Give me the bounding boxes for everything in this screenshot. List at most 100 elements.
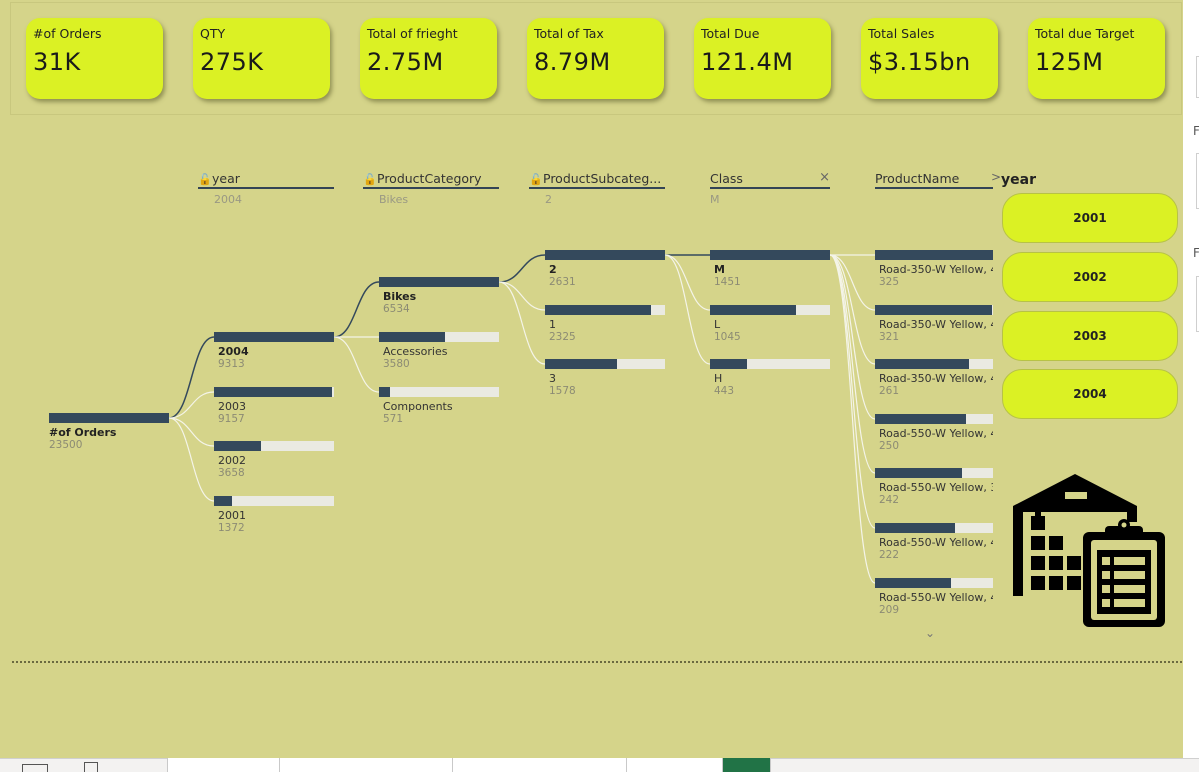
node-bar xyxy=(875,578,993,588)
tree-connector xyxy=(829,254,876,584)
level-header-label: Class xyxy=(710,171,743,186)
chevron-down-icon[interactable]: ⌄ xyxy=(925,626,935,640)
tree-node[interactable]: L 1045 xyxy=(710,305,830,343)
node-label: 1 xyxy=(549,318,556,331)
tree-connector xyxy=(664,254,711,365)
tree-node[interactable]: 1 2325 xyxy=(545,305,665,343)
tree-connector xyxy=(498,254,546,283)
slicer-title: year xyxy=(1001,172,1036,188)
tree-connector xyxy=(168,391,215,419)
tree-node[interactable]: 2 2631 xyxy=(545,250,665,288)
tree-node[interactable]: 2003 9157 xyxy=(214,387,334,425)
node-value: 209 xyxy=(879,604,900,616)
node-label: Road-550-W Yellow, 42 xyxy=(879,591,993,604)
tree-node[interactable]: H 443 xyxy=(710,359,830,397)
slicer-option-2003[interactable]: 2003 xyxy=(1002,311,1178,361)
node-bar xyxy=(214,441,334,451)
warehouse-clipboard-icon xyxy=(1013,474,1165,627)
tree-node[interactable]: Accessories 3580 xyxy=(379,332,499,370)
node-value: 321 xyxy=(879,331,900,343)
tree-level-header[interactable]: ProductName > xyxy=(875,170,1001,189)
level-header-label: ProductSubcateg... xyxy=(543,171,662,186)
tree-node[interactable]: 3 1578 xyxy=(545,359,665,397)
tab-page[interactable] xyxy=(168,758,280,772)
lock-icon: 🔓 xyxy=(198,173,212,186)
node-bar xyxy=(710,305,830,315)
tree-root-node[interactable]: #of Orders 23500 xyxy=(49,413,169,451)
level-selected-value: 2004 xyxy=(214,193,242,206)
slicer-option-2002[interactable]: 2002 xyxy=(1002,252,1178,302)
node-bar xyxy=(379,277,499,287)
tree-node[interactable]: Road-550-W Yellow, 48 250 xyxy=(875,414,993,452)
desktop-view-icon[interactable] xyxy=(22,764,48,772)
node-label: Road-350-W Yellow, 40 xyxy=(879,263,993,276)
tree-node[interactable]: Components 571 xyxy=(379,387,499,425)
node-value: 325 xyxy=(879,276,900,288)
report-canvas: #of Orders 31K QTY 275K Total of frieght 2.75… xyxy=(0,0,1183,760)
root-value: 23500 xyxy=(49,439,83,451)
close-icon[interactable]: × xyxy=(819,170,830,185)
root-label: #of Orders xyxy=(49,426,117,439)
node-label: H xyxy=(714,372,723,385)
expand-icon[interactable]: > xyxy=(991,170,1001,184)
node-bar xyxy=(379,387,499,397)
tab-page-active[interactable] xyxy=(723,758,771,772)
node-label: Road-550-W Yellow, 40 xyxy=(879,536,993,549)
tab-page[interactable] xyxy=(627,758,723,772)
tree-node[interactable]: Road-350-W Yellow, 42 261 xyxy=(875,359,993,397)
tree-connector xyxy=(333,336,380,393)
tree-node[interactable]: 2002 3658 xyxy=(214,441,334,479)
tree-node[interactable]: 2001 1372 xyxy=(214,496,334,534)
node-label: M xyxy=(714,263,725,276)
node-label: 2004 xyxy=(218,345,249,358)
tree-node[interactable]: Bikes 6534 xyxy=(379,277,499,315)
level-selected-value: 2 xyxy=(545,193,552,206)
node-label: Road-550-W Yellow, 48 xyxy=(879,427,993,440)
node-value: 443 xyxy=(714,385,735,397)
tree-connector xyxy=(829,254,876,474)
tree-connector xyxy=(829,254,876,365)
node-label: Road-350-W Yellow, 42 xyxy=(879,372,993,385)
node-label: 3 xyxy=(549,372,556,385)
tree-level-header[interactable]: Class × xyxy=(710,170,830,189)
tree-node[interactable]: Road-550-W Yellow, 42 209 xyxy=(875,578,993,616)
node-bar xyxy=(875,359,993,369)
node-bar xyxy=(545,305,665,315)
node-value: 1578 xyxy=(549,385,576,397)
tree-node[interactable]: 2004 9313 xyxy=(214,332,334,370)
tree-node[interactable]: Road-350-W Yellow, 40 325 xyxy=(875,250,993,288)
side-pane xyxy=(1183,0,1199,772)
tree-level-header[interactable]: 🔓ProductCategory xyxy=(363,171,499,189)
tab-view-icons[interactable] xyxy=(0,758,168,772)
node-value: 9313 xyxy=(218,358,245,370)
node-value: 222 xyxy=(879,549,900,561)
node-label: 2003 xyxy=(218,400,246,413)
tree-node[interactable]: Road-550-W Yellow, 40 222 xyxy=(875,523,993,561)
node-value: 1372 xyxy=(218,522,245,534)
tab-page[interactable] xyxy=(280,758,453,772)
tree-node[interactable]: Road-350-W Yellow, 48 321 xyxy=(875,305,993,343)
lock-icon: 🔓 xyxy=(529,173,543,186)
node-bar xyxy=(214,332,334,342)
tree-level-header[interactable]: 🔓ProductSubcateg... xyxy=(529,171,665,189)
tree-level-header[interactable]: 🔓year xyxy=(198,171,334,189)
mobile-view-icon[interactable] xyxy=(84,762,98,772)
slicer-option-2001[interactable]: 2001 xyxy=(1002,193,1178,243)
node-value: 6534 xyxy=(383,303,410,315)
tree-connector xyxy=(829,254,876,529)
tree-node[interactable]: M 1451 xyxy=(710,250,830,288)
tree-node[interactable]: Road-550-W Yellow, 38 242 xyxy=(875,468,993,506)
level-selected-value: M xyxy=(710,193,720,206)
node-bar xyxy=(875,250,993,260)
node-value: 1451 xyxy=(714,276,741,288)
node-value: 261 xyxy=(879,385,900,397)
tree-connector xyxy=(333,281,380,338)
node-label: 2002 xyxy=(218,454,246,467)
slicer-option-2004[interactable]: 2004 xyxy=(1002,369,1178,419)
node-bar xyxy=(214,496,334,506)
node-label: Road-350-W Yellow, 48 xyxy=(879,318,993,331)
level-header-label: ProductName xyxy=(875,171,960,186)
tab-page[interactable] xyxy=(453,758,627,772)
node-label: 2 xyxy=(549,263,557,276)
tree-connector xyxy=(168,417,215,447)
